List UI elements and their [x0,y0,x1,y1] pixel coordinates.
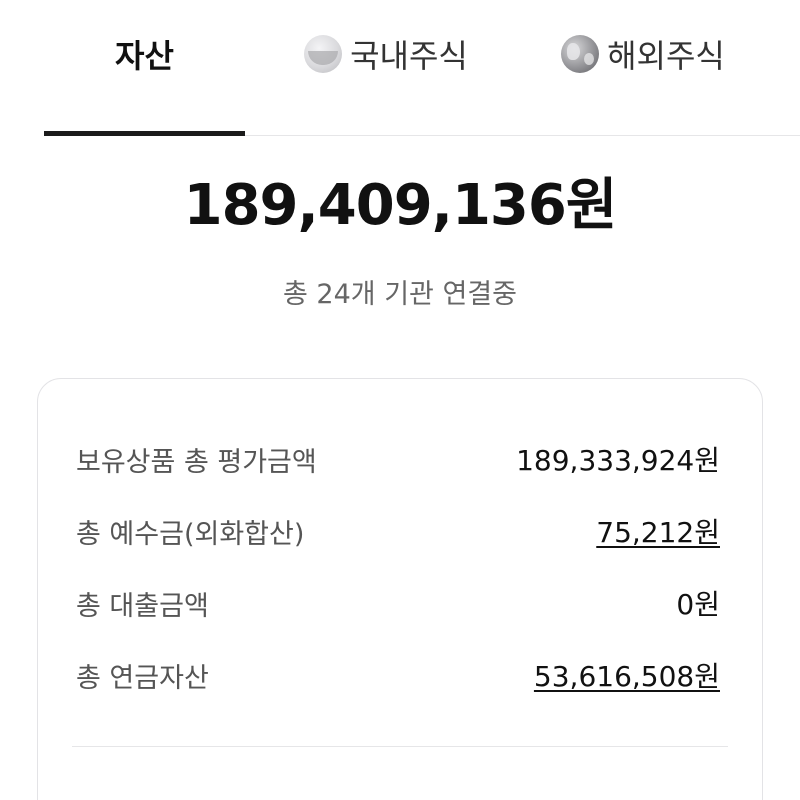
pension-assets-row: 총 연금자산 53,616,508원 [76,655,720,695]
card-divider [72,746,728,747]
total-assets-amount: 189,409,136원 [183,173,618,238]
korea-flag-icon [304,34,343,73]
asset-tab-bar: 자산 국내주식 해외주식 [44,0,800,136]
tab-assets[interactable]: 자산 [44,0,245,136]
deposits-label: 총 예수금(외화합산) [76,518,305,550]
holdings-valuation-row: 보유상품 총 평가금액 189,333,924원 [76,439,720,479]
deposits-row: 총 예수금(외화합산) 75,212원 [76,511,720,551]
connected-institutions-status: 총 24개 기관 연결중 [283,279,517,310]
loans-value: 0원 [676,588,720,621]
loans-label: 총 대출금액 [76,590,209,622]
holdings-valuation-label: 보유상품 총 평가금액 [76,446,317,478]
pension-assets-value-link[interactable]: 53,616,508원 [534,655,720,695]
tab-overseas-stocks[interactable]: 해외주식 [527,0,759,135]
tab-domestic-stocks[interactable]: 국내주식 [245,0,527,135]
asset-summary-card: 보유상품 총 평가금액 189,333,924원 총 예수금(외화합산) 75,… [37,378,763,800]
globe-icon [561,34,600,73]
tab-assets-label: 자산 [115,36,174,75]
pension-assets-label: 총 연금자산 [76,662,209,694]
loans-row: 총 대출금액 0원 [76,583,720,623]
deposits-value-link[interactable]: 75,212원 [596,511,720,551]
holdings-valuation-value: 189,333,924원 [516,444,720,477]
tab-overseas-stocks-label: 해외주식 [607,36,725,75]
tab-domestic-stocks-label: 국내주식 [350,36,468,75]
